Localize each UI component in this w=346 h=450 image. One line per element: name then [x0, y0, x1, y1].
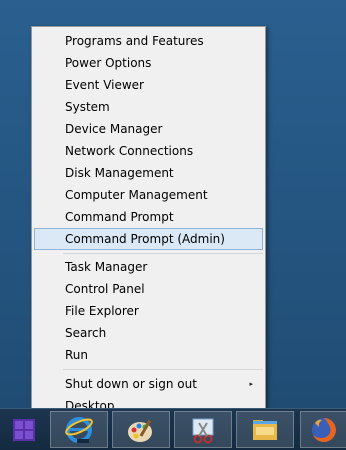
menu-item-shut-down-or-sign-out[interactable]: Shut down or sign out ▸ [34, 373, 263, 395]
menu-item-network-connections[interactable]: Network Connections [34, 140, 263, 162]
taskbar-app-firefox[interactable] [300, 411, 346, 448]
menu-item-system[interactable]: System [34, 96, 263, 118]
menu-item-label: File Explorer [65, 304, 139, 318]
taskbar-app-internet-explorer[interactable] [50, 411, 108, 448]
taskbar-app-paint[interactable] [112, 411, 170, 448]
firefox-icon [311, 417, 336, 442]
menu-item-task-manager[interactable]: Task Manager [34, 256, 263, 278]
menu-item-label: Command Prompt [65, 210, 174, 224]
menu-item-computer-management[interactable]: Computer Management [34, 184, 263, 206]
menu-item-label: Shut down or sign out [65, 377, 197, 391]
menu-item-file-explorer[interactable]: File Explorer [34, 300, 263, 322]
internet-explorer-icon [65, 416, 93, 443]
menu-item-label: Computer Management [65, 188, 208, 202]
menu-item-device-manager[interactable]: Device Manager [34, 118, 263, 140]
menu-item-label: Run [65, 348, 89, 362]
taskbar-app-file-explorer[interactable] [236, 411, 294, 448]
submenu-arrow-icon: ▸ [249, 380, 253, 388]
menu-item-label: Event Viewer [65, 78, 144, 92]
menu-item-label: Control Panel [65, 282, 145, 296]
menu-item-control-panel[interactable]: Control Panel [34, 278, 263, 300]
menu-item-command-prompt[interactable]: Command Prompt [34, 206, 263, 228]
taskbar [0, 408, 346, 450]
menu-item-label: Device Manager [65, 122, 163, 136]
start-button[interactable] [0, 409, 48, 450]
paint-icon [128, 419, 152, 442]
snipping-tool-icon [192, 418, 214, 443]
menu-item-power-options[interactable]: Power Options [34, 52, 263, 74]
menu-item-label: Power Options [65, 56, 152, 70]
menu-item-label: Disk Management [65, 166, 174, 180]
menu-separator [63, 253, 263, 254]
menu-item-run[interactable]: Run [34, 344, 263, 366]
menu-separator [63, 369, 263, 370]
winx-context-menu: Programs and Features Power Options Even… [31, 26, 266, 419]
taskbar-app-snipping-tool[interactable] [174, 411, 232, 448]
menu-item-label: Task Manager [65, 260, 148, 274]
file-explorer-icon [253, 419, 277, 440]
menu-item-search[interactable]: Search [34, 322, 263, 344]
menu-item-label: Search [65, 326, 107, 340]
menu-item-event-viewer[interactable]: Event Viewer [34, 74, 263, 96]
menu-item-label: System [65, 100, 110, 114]
menu-item-label: Command Prompt (Admin) [65, 232, 225, 246]
menu-item-label: Programs and Features [65, 34, 204, 48]
menu-item-label: Network Connections [65, 144, 194, 158]
windows-start-icon [13, 418, 35, 441]
menu-item-command-prompt-admin[interactable]: Command Prompt (Admin) [34, 228, 263, 250]
menu-item-disk-management[interactable]: Disk Management [34, 162, 263, 184]
menu-item-programs-and-features[interactable]: Programs and Features [34, 30, 263, 52]
